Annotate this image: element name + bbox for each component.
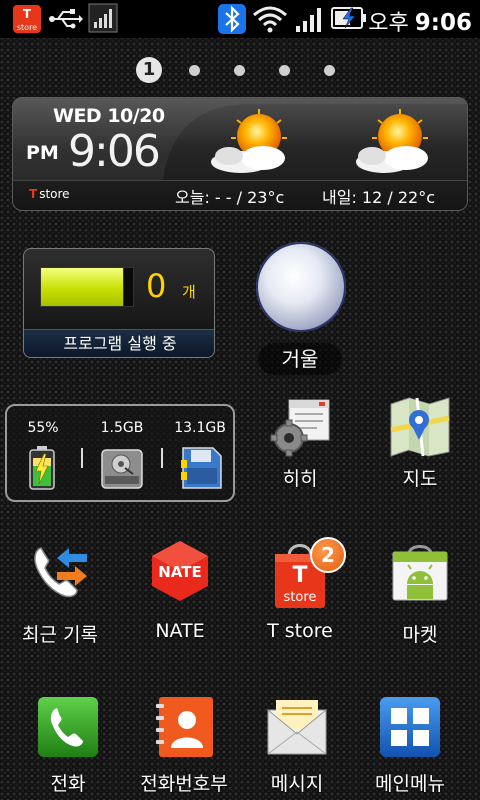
dock-messages[interactable]: 메시지 [237, 696, 357, 796]
battery-charging-icon [331, 5, 367, 31]
battery-status: 55% [13, 406, 73, 504]
app-hihi[interactable]: 히히 [240, 396, 360, 496]
svg-text:store: store [284, 590, 317, 605]
sun-cloud-icon [201, 108, 301, 180]
app-label: 메인메뉴 [375, 773, 445, 795]
storage-widget[interactable]: 55% 1.5GB 13.1GB [5, 404, 235, 502]
page-indicator-dot[interactable] [234, 65, 245, 76]
status-bar[interactable]: T store 오후 9:06 [0, 0, 480, 38]
svg-text:NATE: NATE [158, 563, 201, 581]
contacts-icon [153, 696, 215, 758]
task-manager-widget[interactable]: 0 개 프로그램 실행 중 [23, 248, 215, 358]
widget-ampm: PM [26, 142, 59, 164]
weather-clock-widget[interactable]: WED 10/20 PM 9:06 T store 오늘: - - / 23°c… [12, 97, 468, 211]
signal-bars-icon [88, 3, 118, 33]
internal-storage-value: 1.5GB [100, 420, 144, 436]
app-label: 히히 [282, 468, 318, 490]
bluetooth-icon [217, 3, 247, 35]
app-map[interactable]: 지도 [360, 396, 480, 496]
divider [161, 448, 163, 468]
running-programs-label: 프로그램 실행 중 [24, 329, 214, 357]
phone-icon [37, 696, 99, 758]
page-indicator[interactable]: 1 [136, 55, 346, 85]
dock-phone[interactable]: 전화 [8, 696, 128, 796]
sd-card-value: 13.1GB [174, 420, 226, 436]
internal-storage-status: 1.5GB [89, 406, 155, 504]
map-icon [389, 396, 451, 458]
hard-drive-icon [99, 446, 145, 490]
page-indicator-dot[interactable] [189, 65, 200, 76]
app-label: 최근 기록 [22, 624, 98, 646]
app-label: T store [267, 620, 333, 642]
svg-text:T: T [292, 563, 307, 588]
status-clock: 오후 9:06 [368, 5, 472, 37]
cell-signal-icon [294, 4, 326, 34]
running-app-unit: 개 [182, 283, 196, 301]
settings-document-icon [269, 396, 331, 458]
dock-contacts[interactable]: 전화번호부 [124, 696, 244, 796]
call-log-icon [29, 540, 91, 602]
widget-time: 9:06 [68, 126, 161, 177]
page-indicator-dot[interactable] [279, 65, 290, 76]
memory-bar [40, 267, 124, 307]
memory-bar-track [124, 267, 134, 307]
running-app-count: 0 [146, 267, 167, 305]
tstore-icon: T store [12, 4, 42, 34]
app-label: NATE [155, 620, 205, 642]
svg-text:store: store [17, 23, 37, 32]
dock-main-menu[interactable]: 메인메뉴 [350, 696, 470, 796]
divider [81, 448, 83, 468]
svg-text:T: T [23, 7, 32, 21]
notification-badge: 2 [310, 537, 346, 573]
mirror-label[interactable]: 거울 [258, 343, 342, 375]
battery-charging-icon [29, 446, 55, 490]
app-nate[interactable]: NATE NATE [120, 540, 240, 642]
sd-card-icon [179, 446, 223, 490]
android-market-icon [389, 540, 451, 602]
tstore-brand-label: store [39, 187, 70, 201]
app-label: 전화번호부 [140, 773, 228, 795]
battery-percent: 55% [27, 420, 59, 436]
app-label: 메시지 [270, 773, 324, 795]
app-label: 지도 [402, 468, 438, 490]
weather-today: 오늘: - - / 23°c [175, 188, 285, 207]
tstore-logo-icon: T [29, 187, 38, 201]
app-grid-icon [379, 696, 441, 758]
sd-card-status: 13.1GB [167, 406, 233, 504]
widget-date: WED 10/20 [53, 105, 165, 127]
app-recent-calls[interactable]: 최근 기록 [0, 540, 120, 646]
weather-tomorrow: 내일: 12 / 22°c [322, 188, 435, 207]
usb-icon [49, 9, 83, 29]
status-time: 9:06 [414, 10, 472, 36]
mirror-icon[interactable] [256, 242, 346, 332]
page-indicator-current[interactable]: 1 [136, 57, 162, 83]
tstore-brand: Tstore [29, 187, 70, 201]
envelope-icon [266, 696, 328, 758]
app-label: 마켓 [402, 624, 438, 646]
status-ampm: 오후 [368, 11, 409, 36]
wifi-icon [252, 5, 288, 33]
page-indicator-dot[interactable] [324, 65, 335, 76]
widget-divider [13, 180, 467, 181]
sun-cloud-icon [348, 108, 448, 180]
app-label: 전화 [50, 773, 86, 795]
nate-logo-icon: NATE [149, 540, 211, 602]
app-market[interactable]: 마켓 [360, 540, 480, 646]
